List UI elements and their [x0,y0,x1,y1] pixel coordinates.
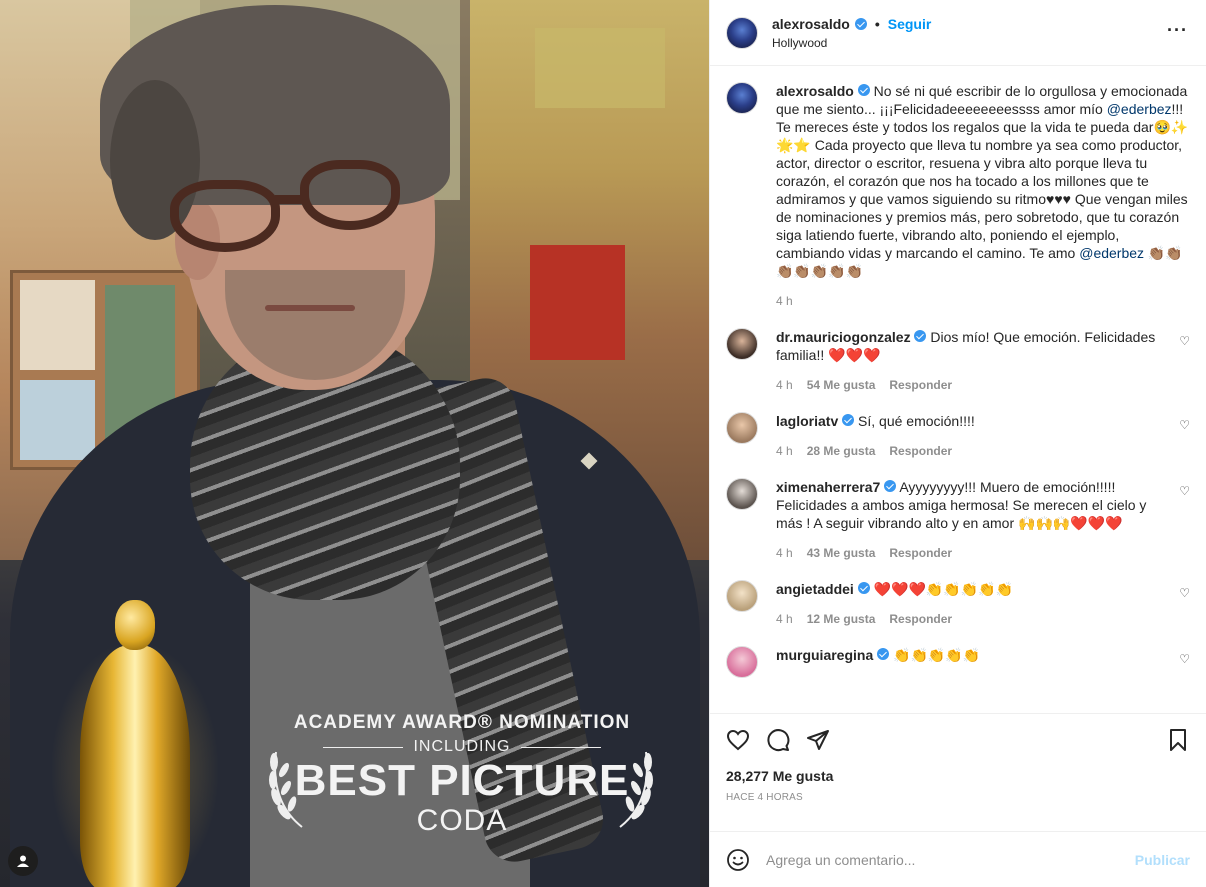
verified-icon [914,330,927,342]
like-comment-heart-icon[interactable]: ♡ [1179,586,1190,600]
oscar-statuette [50,600,220,887]
commenter-username[interactable]: dr.mauriciogonzalez [776,329,911,345]
commenter-avatar[interactable] [726,580,758,612]
like-comment-heart-icon[interactable]: ♡ [1179,334,1190,348]
post-caption: alexrosaldo No sé ni qué escribir de lo … [726,82,1190,308]
divider [323,746,404,748]
award-line-1: ACADEMY AWARD® NOMINATION [293,712,631,733]
divider [520,746,601,748]
verified-icon [857,84,870,96]
comment-text: 👏👏👏👏👏 [893,647,981,663]
commenter-username[interactable]: ximenaherrera7 [776,479,880,495]
author-avatar[interactable] [726,16,758,49]
post-header: alexrosaldo • Seguir Hollywood ··· [710,0,1206,66]
verified-icon [884,480,897,492]
poster [20,280,95,370]
caption-meta: 4 h [776,294,1190,308]
location-link[interactable]: Hollywood [772,36,931,50]
verified-icon [857,582,870,594]
comment-likes[interactable]: 43 Me gusta [807,546,876,560]
user-icon [17,855,29,867]
wall-panel [535,28,665,108]
caption-text: alexrosaldo No sé ni qué escribir de lo … [776,82,1190,280]
comment-text: ❤️❤️❤️👏👏👏👏👏 [873,581,1014,597]
tagged-users-button[interactable] [8,846,38,876]
comment-item: dr.mauriciogonzalez Dios mío! Que emoció… [726,328,1190,392]
commenter-avatar[interactable] [726,478,758,510]
comment-item: murguiaregina 👏👏👏👏👏 ♡ [726,646,1190,678]
more-options-icon[interactable]: ··· [1167,20,1188,41]
caption-text-part: !!! Te mereces éste y todos los regalos … [776,101,1189,261]
caption-time[interactable]: 4 h [776,294,793,308]
award-line-4: CODA [416,804,508,837]
comment-icon[interactable] [766,728,790,752]
post-time[interactable]: HACE 4 HORAS [726,792,1190,803]
verified-icon [842,414,855,426]
commenter-avatar[interactable] [726,412,758,444]
publish-button[interactable]: Publicar [1135,852,1190,868]
author-avatar[interactable] [726,82,758,114]
mention-link[interactable]: @ederbez [1107,101,1172,117]
mouth [265,305,355,311]
like-comment-heart-icon[interactable]: ♡ [1179,652,1190,666]
post-image[interactable]: ACADEMY AWARD® NOMINATION INCLUDING BEST… [0,0,709,887]
comment-time[interactable]: 4 h [776,546,793,560]
like-comment-heart-icon[interactable]: ♡ [1179,484,1190,498]
commenter-avatar[interactable] [726,646,758,678]
poster [20,380,95,460]
glasses-lens [300,160,400,230]
add-comment-bar: Publicar [710,831,1206,887]
comment-item: angietaddei ❤️❤️❤️👏👏👏👏👏 4 h 12 Me gusta … [726,580,1190,626]
comments-list[interactable]: alexrosaldo No sé ni qué escribir de lo … [710,66,1206,713]
share-icon[interactable] [806,728,830,752]
author-username[interactable]: alexrosaldo [772,16,850,32]
separator-dot: • [874,15,880,32]
red-sign [530,245,625,360]
comment-time[interactable]: 4 h [776,612,793,626]
follow-button[interactable]: Seguir [888,16,932,32]
caption-username[interactable]: alexrosaldo [776,83,854,99]
commenter-username[interactable]: angietaddei [776,581,854,597]
glasses-bridge [275,195,305,204]
post-actions: 28,277 Me gusta HACE 4 HORAS [710,713,1206,831]
reply-button[interactable]: Responder [889,612,952,626]
like-comment-heart-icon[interactable]: ♡ [1179,418,1190,432]
heart-icon[interactable] [726,728,750,752]
commenter-username[interactable]: murguiaregina [776,647,873,663]
comment-text: Sí, qué emoción!!!! [858,413,975,429]
bookmark-icon[interactable] [1166,728,1190,752]
likes-count[interactable]: 28,277 Me gusta [726,768,1190,784]
comment-time[interactable]: 4 h [776,444,793,458]
mention-link[interactable]: @ederbez [1079,245,1144,261]
award-line-3: BEST PICTURE [294,756,630,805]
comment-time[interactable]: 4 h [776,378,793,392]
reply-button[interactable]: Responder [889,378,952,392]
comment-item: ximenaherrera7 Ayyyyyyyy!!! Muero de emo… [726,478,1190,560]
verified-icon [877,648,890,660]
verified-icon [854,17,867,30]
glasses-lens [170,180,280,252]
post-sidebar: alexrosaldo • Seguir Hollywood ··· alexr… [709,0,1206,887]
comment-likes[interactable]: 54 Me gusta [807,378,876,392]
reply-button[interactable]: Responder [889,444,952,458]
comment-input[interactable] [766,851,1135,868]
instagram-post-modal: ACADEMY AWARD® NOMINATION INCLUDING BEST… [0,0,1206,887]
comment-likes[interactable]: 28 Me gusta [807,444,876,458]
emoji-icon[interactable] [726,848,750,872]
award-line-2: INCLUDING [413,738,511,755]
comment-item: lagloriatv Sí, qué emoción!!!! 4 h 28 Me… [726,412,1190,458]
reply-button[interactable]: Responder [889,546,952,560]
commenter-username[interactable]: lagloriatv [776,413,838,429]
commenter-avatar[interactable] [726,328,758,360]
award-text: ACADEMY AWARD® NOMINATION INCLUDING BEST… [262,712,662,838]
comment-likes[interactable]: 12 Me gusta [807,612,876,626]
